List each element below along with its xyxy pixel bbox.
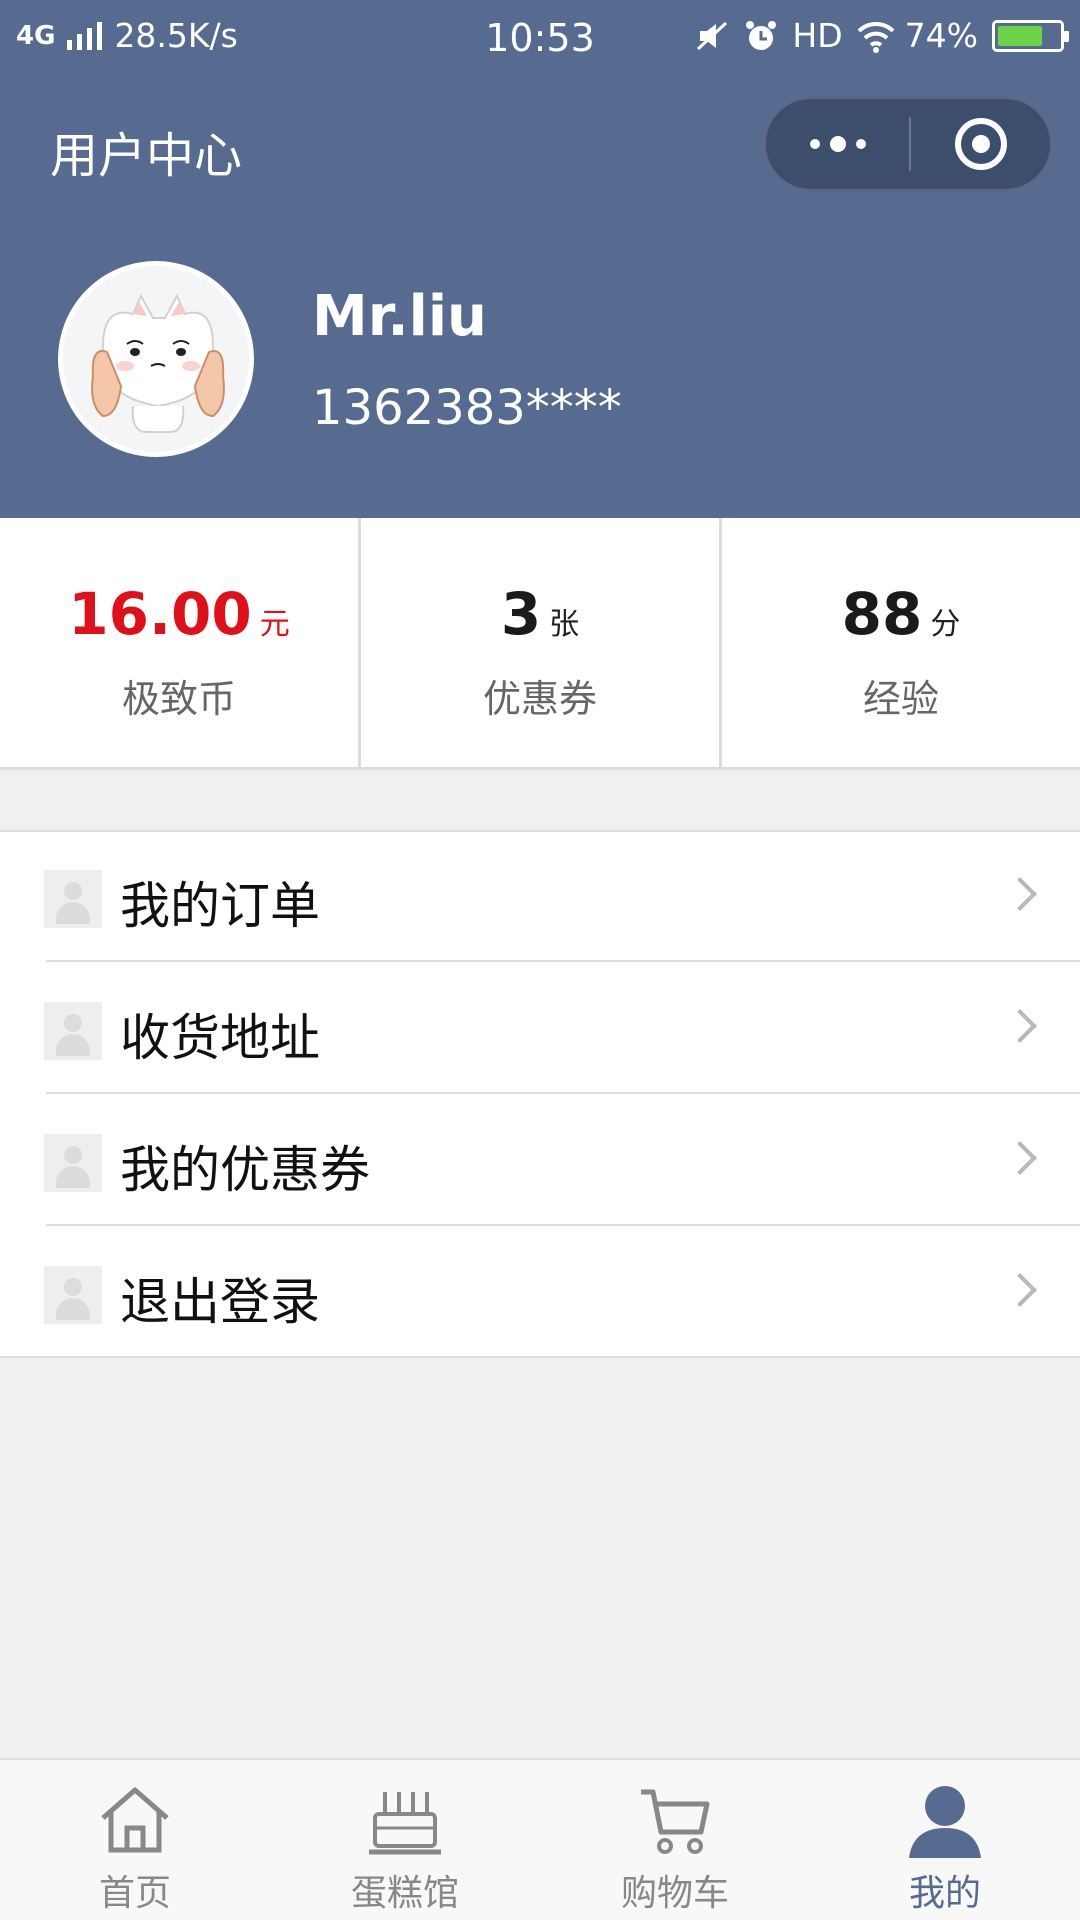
user-phone: 1362383**** [312,380,622,436]
tab-cake[interactable]: 蛋糕馆 [270,1760,540,1920]
menu-item-label: 退出登录 [120,1273,320,1331]
experience-label: 经验 [862,677,939,721]
profile-header: 4G 28.5K/s 10:53 HD 74% 用户中心 Mr.liu 1362… [0,0,1080,518]
user-placeholder-icon [44,1134,102,1192]
tab-label: 我的 [908,1873,981,1914]
stats-panel: 16.00 元 极致币 3张 优惠券 88 分 经验 [0,518,1080,770]
user-placeholder-icon [44,1002,102,1060]
coupons-label: 优惠券 [482,677,597,721]
chevron-right-icon [1003,877,1037,911]
status-right: HD 74% [696,16,1069,55]
target-icon [954,118,1007,170]
close-miniprogram-button[interactable] [911,99,1050,189]
chevron-right-icon [1003,1273,1037,1307]
stat-coupons[interactable]: 3张 优惠券 [358,518,719,767]
coins-value: 16.00 [68,580,252,648]
menu-list: 我的订单 收货地址 我的优惠券 退出登录 [0,830,1080,1358]
status-bar: 4G 28.5K/s 10:53 HD 74% [0,0,1080,76]
tab-mine[interactable]: 我的 [810,1760,1080,1920]
hd-indicator: HD [792,16,843,55]
tab-cart[interactable]: 购物车 [540,1760,810,1920]
stat-coins[interactable]: 16.00 元 极致币 [0,518,358,767]
stat-value: 88 分 [722,580,1080,648]
cake-icon [369,1792,441,1855]
menu-item-label: 我的订单 [120,877,320,935]
menu-item-label: 收货地址 [120,1009,320,1067]
divider [46,1092,1080,1094]
avatar[interactable] [58,261,254,457]
chevron-right-icon [1003,1141,1037,1175]
menu-item-my-coupons[interactable]: 我的优惠券 [0,1096,1080,1226]
battery-percent: 74% [904,16,978,55]
more-dot-icon [855,139,866,149]
battery-fill [998,25,1043,46]
tab-label: 首页 [98,1873,171,1914]
coins-unit: 元 [259,607,290,642]
menu-item-label: 我的优惠券 [120,1141,370,1199]
cart-icon [641,1789,710,1854]
experience-value: 88 [841,580,923,648]
tab-label: 蛋糕馆 [350,1873,459,1914]
menu-item-address[interactable]: 收货地址 [0,964,1080,1094]
tab-label: 购物车 [620,1873,729,1914]
divider [46,1224,1080,1226]
user-placeholder-icon [44,1266,102,1324]
page-title: 用户中心 [50,128,243,184]
divider [46,960,1080,962]
more-button[interactable] [766,99,909,189]
coupons-value: 3 [500,580,542,648]
coins-label: 极致币 [121,677,236,721]
home-icon [101,1787,169,1853]
coupons-unit: 张 [549,607,580,642]
user-placeholder-icon [44,870,102,928]
miniprogram-capsule [764,97,1052,191]
stat-experience[interactable]: 88 分 经验 [719,518,1080,767]
tab-bar: 首页 蛋糕馆 购物车 我的 [0,1758,1080,1920]
cat-avatar-icon [63,266,249,452]
more-dot-icon [829,136,846,152]
experience-unit: 分 [930,607,961,642]
person-icon [909,1786,981,1858]
menu-item-my-orders[interactable]: 我的订单 [0,832,1080,962]
mute-icon [696,19,730,53]
stat-value: 3张 [361,580,719,648]
menu-item-logout[interactable]: 退出登录 [0,1228,1080,1358]
battery-icon [992,19,1069,52]
alarm-icon [744,19,778,53]
user-name: Mr.liu [312,284,487,349]
more-dot-icon [809,139,820,149]
tab-home[interactable]: 首页 [0,1760,270,1920]
chevron-right-icon [1003,1009,1037,1043]
stat-value: 16.00 元 [0,580,358,648]
wifi-icon [857,19,895,53]
